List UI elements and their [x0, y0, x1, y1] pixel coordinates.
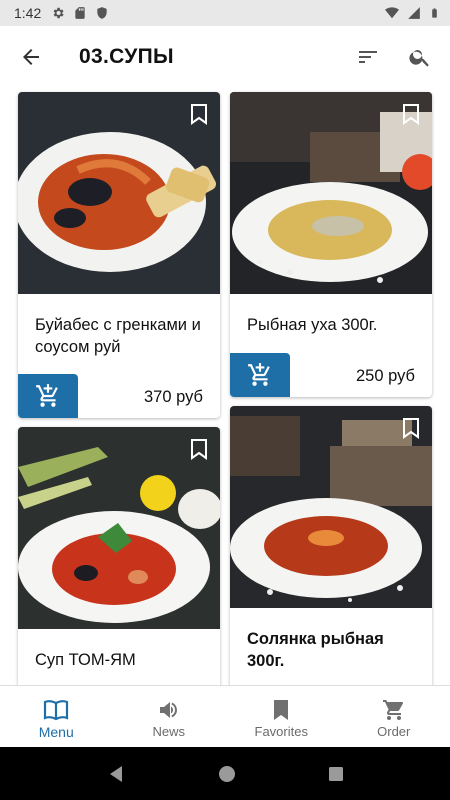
sd-card-icon	[75, 7, 85, 19]
battery-icon	[432, 8, 437, 18]
product-price: 370 руб	[144, 388, 203, 406]
bookmark-button[interactable]	[398, 100, 424, 128]
wifi-icon	[385, 7, 399, 19]
app-bar: 03.СУПЫ	[0, 26, 450, 88]
bookmark-button[interactable]	[186, 435, 212, 463]
recents-square-icon[interactable]	[328, 766, 344, 782]
arrow-back-icon	[23, 49, 39, 65]
add-cart-icon	[36, 384, 58, 407]
megaphone-icon	[159, 702, 177, 718]
nav-menu[interactable]: Menu	[0, 686, 113, 747]
status-bar: 1:42	[0, 0, 450, 26]
search-icon	[409, 50, 429, 67]
product-title: Солянка рыбная 300г.	[247, 630, 384, 670]
nav-favorites[interactable]: Favorites	[225, 686, 338, 747]
product-price: 250 руб	[356, 367, 415, 385]
product-title: Рыбная уха 300г.	[247, 316, 378, 334]
back-button[interactable]	[3, 29, 59, 85]
page-title: 03.СУПЫ	[79, 45, 174, 68]
sort-button[interactable]	[342, 31, 394, 83]
bookmark-button[interactable]	[186, 100, 212, 128]
menu-grid: Буйабес с гренками и соусом руй 370 руб …	[0, 88, 450, 685]
bookmark-outline-icon	[191, 439, 207, 460]
nav-label-menu: Menu	[38, 723, 74, 740]
add-to-cart-button[interactable]	[18, 374, 78, 418]
add-to-cart-button[interactable]	[230, 353, 290, 397]
bottom-navigation: Menu News Favorites Order	[0, 685, 450, 747]
product-card[interactable]: Буйабес с гренками и соусом руй 370 руб	[18, 92, 220, 418]
system-navigation-bar	[0, 747, 450, 800]
bookmark-icon	[274, 700, 289, 720]
sort-icon	[359, 51, 377, 63]
product-card[interactable]: Рыбная уха 300г. 250 руб	[230, 92, 432, 397]
nav-label-favorites: Favorites	[254, 724, 308, 739]
bookmark-outline-icon	[191, 104, 207, 125]
nav-news[interactable]: News	[113, 686, 226, 747]
product-title: Суп ТОМ-ЯМ	[35, 651, 136, 669]
settings-icon	[53, 7, 64, 19]
nav-label-order: Order	[377, 724, 411, 739]
home-circle-icon[interactable]	[218, 765, 236, 783]
book-open-icon	[44, 699, 69, 720]
bookmark-button[interactable]	[398, 414, 424, 442]
status-time: 1:42	[14, 5, 42, 21]
shield-icon	[97, 7, 107, 19]
bookmark-outline-icon	[403, 418, 419, 439]
add-cart-icon	[248, 363, 270, 386]
product-card[interactable]: Суп ТОМ-ЯМ	[18, 427, 220, 685]
search-button[interactable]	[394, 31, 446, 83]
cart-icon	[382, 700, 403, 720]
signal-icon	[408, 7, 420, 19]
bookmark-outline-icon	[403, 104, 419, 125]
product-title: Буйабес с гренками и соусом руй	[35, 316, 201, 356]
nav-order[interactable]: Order	[338, 686, 450, 747]
nav-label-news: News	[152, 724, 185, 739]
back-triangle-icon[interactable]	[106, 764, 126, 784]
product-card[interactable]: Солянка рыбная 300г.	[230, 406, 432, 685]
